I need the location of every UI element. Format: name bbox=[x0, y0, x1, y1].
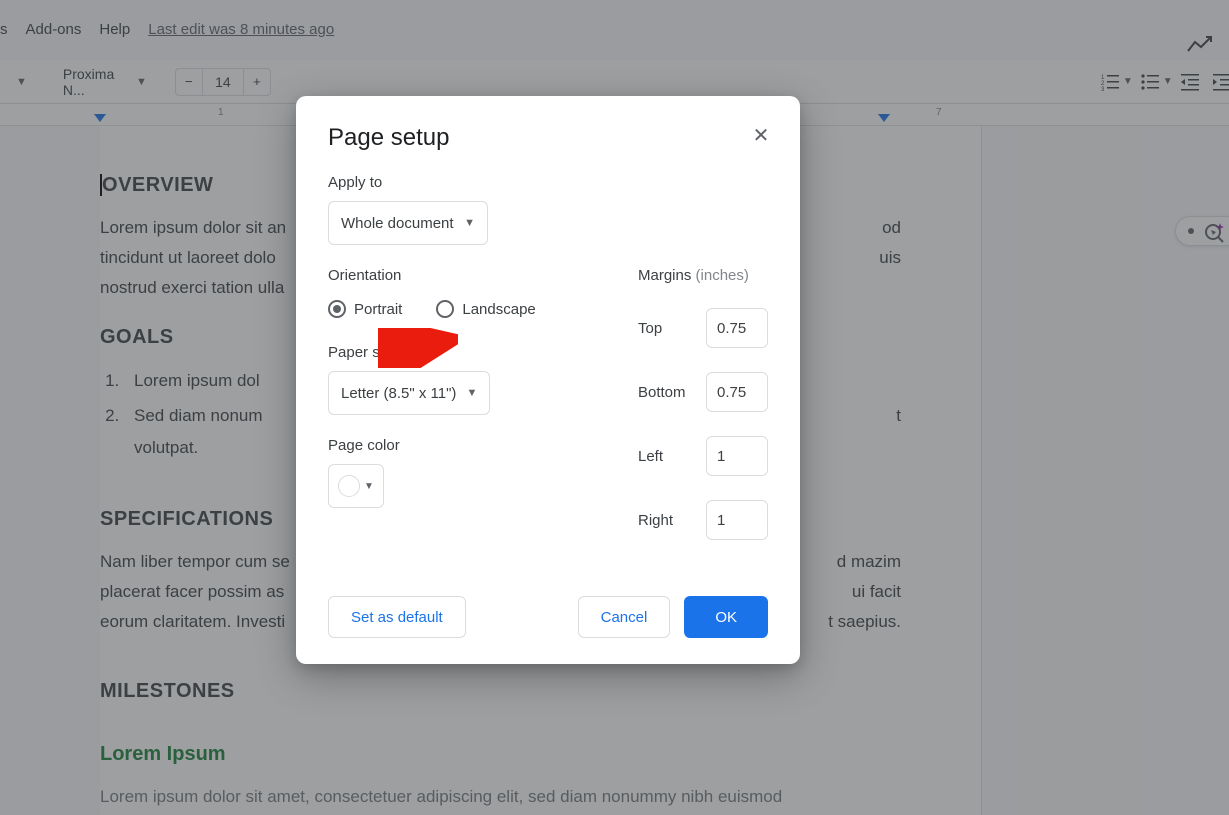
margin-left-label: Left bbox=[638, 448, 663, 465]
orientation-portrait-radio[interactable] bbox=[328, 300, 346, 318]
cancel-button[interactable]: Cancel bbox=[578, 596, 671, 638]
apply-to-label: Apply to bbox=[328, 174, 768, 191]
margin-bottom-input[interactable] bbox=[706, 372, 768, 412]
margin-bottom-label: Bottom bbox=[638, 384, 686, 401]
margin-right-input[interactable] bbox=[706, 500, 768, 540]
paper-size-label: Paper size bbox=[328, 344, 598, 361]
ok-button[interactable]: OK bbox=[684, 596, 768, 638]
chevron-down-icon: ▼ bbox=[466, 387, 477, 399]
chevron-down-icon: ▼ bbox=[364, 481, 374, 492]
page-setup-dialog: Page setup ✕ Apply to Whole document ▼ O… bbox=[296, 96, 800, 664]
paper-size-value: Letter (8.5" x 11") bbox=[341, 385, 456, 402]
margin-right-label: Right bbox=[638, 512, 673, 529]
close-icon: ✕ bbox=[753, 123, 770, 148]
margin-top-input[interactable] bbox=[706, 308, 768, 348]
margin-top-label: Top bbox=[638, 320, 662, 337]
orientation-landscape-label[interactable]: Landscape bbox=[462, 301, 535, 318]
margin-left-input[interactable] bbox=[706, 436, 768, 476]
close-button[interactable]: ✕ bbox=[746, 120, 776, 150]
orientation-label: Orientation bbox=[328, 267, 598, 284]
color-swatch-icon bbox=[338, 475, 360, 497]
set-as-default-button[interactable]: Set as default bbox=[328, 596, 466, 638]
paper-size-select[interactable]: Letter (8.5" x 11") ▼ bbox=[328, 371, 490, 415]
page-color-picker[interactable]: ▼ bbox=[328, 464, 384, 508]
margins-label: Margins (inches) bbox=[638, 267, 768, 284]
apply-to-value: Whole document bbox=[341, 215, 454, 232]
chevron-down-icon: ▼ bbox=[464, 217, 475, 229]
apply-to-select[interactable]: Whole document ▼ bbox=[328, 201, 488, 245]
orientation-portrait-label[interactable]: Portrait bbox=[354, 301, 402, 318]
margins-unit: (inches) bbox=[696, 267, 749, 284]
orientation-landscape-radio[interactable] bbox=[436, 300, 454, 318]
page-color-label: Page color bbox=[328, 437, 598, 454]
dialog-title: Page setup bbox=[328, 124, 768, 152]
